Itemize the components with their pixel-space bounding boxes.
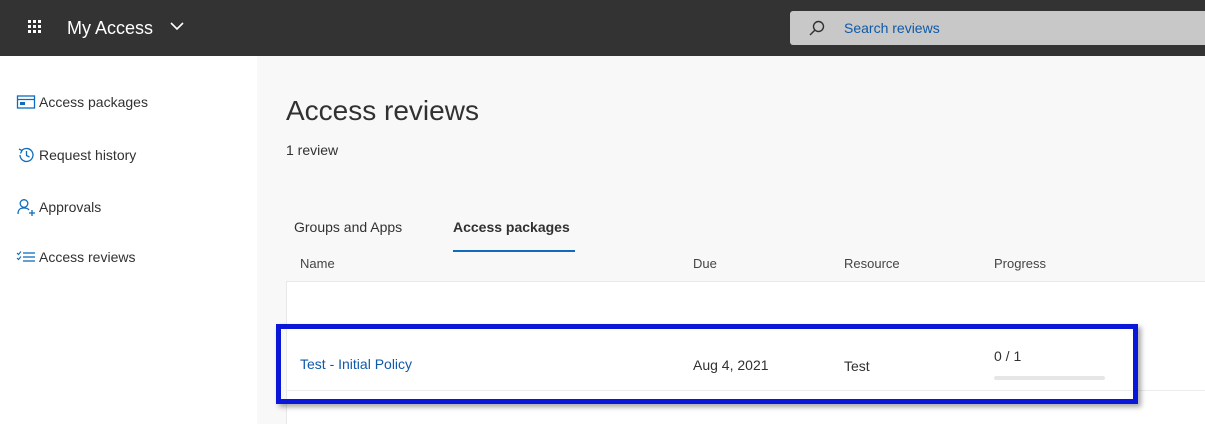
sidebar-item-label: Access packages	[39, 94, 148, 110]
sidebar-item-request-history[interactable]: Request history	[16, 146, 136, 164]
selected-tab-indicator	[453, 250, 575, 252]
access-packages-icon	[16, 95, 36, 109]
highlight-box	[276, 324, 1138, 404]
sidebar-item-approvals[interactable]: Approvals	[16, 198, 101, 216]
column-header-resource[interactable]: Resource	[844, 256, 900, 271]
history-icon	[18, 147, 34, 163]
sidebar-item-label: Request history	[39, 147, 137, 163]
sidebar-item-label: Approvals	[39, 199, 102, 215]
column-header-due[interactable]: Due	[693, 256, 717, 271]
approvals-icon	[17, 199, 35, 216]
tab-groups-and-apps[interactable]: Groups and Apps	[294, 219, 402, 235]
search-box[interactable]: Search reviews	[790, 11, 1205, 45]
chevron-down-icon[interactable]	[170, 21, 184, 31]
sidebar-item-label: Access reviews	[39, 249, 136, 265]
search-icon	[809, 20, 825, 36]
app-title[interactable]: My Access	[67, 16, 153, 40]
review-count: 1 review	[286, 142, 339, 158]
sidebar-item-access-reviews[interactable]: Access reviews	[16, 249, 135, 265]
search-input[interactable]: Search reviews	[844, 19, 940, 37]
top-bar: My Access Search reviews	[0, 0, 1205, 56]
app-launcher-icon[interactable]	[28, 20, 42, 34]
page-title: Access reviews	[286, 95, 479, 126]
sidebar-item-access-packages[interactable]: Access packages	[16, 94, 148, 110]
column-header-progress[interactable]: Progress	[994, 256, 1046, 271]
column-header-name[interactable]: Name	[300, 256, 335, 271]
sidebar-nav: Access packages Request history Approval…	[0, 56, 257, 424]
tab-access-packages[interactable]: Access packages	[453, 219, 570, 235]
access-reviews-icon	[16, 251, 35, 262]
